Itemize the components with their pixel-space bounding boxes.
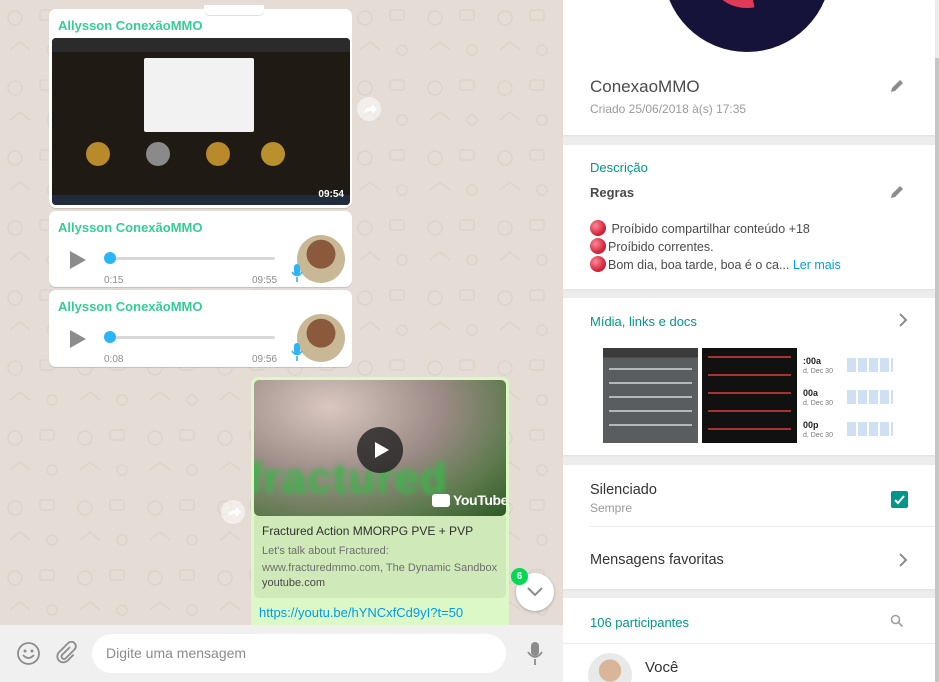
audio-progress-track[interactable] [107, 336, 275, 339]
audio-length: 09:55 [252, 275, 278, 286]
taskbar [52, 195, 350, 205]
edit-name-icon[interactable] [889, 78, 905, 94]
link-domain: youtube.com [262, 577, 325, 589]
muted-value: Sempre [590, 501, 633, 515]
link-preview-card[interactable]: Fractured Action MMORPG PVE + PVP Let's … [254, 516, 506, 598]
rule-line: Bom dia, boa tarde, boa é o ca... Ler ma… [590, 256, 841, 272]
rule-line: Proíbido compartilhar conteúdo +18 [590, 220, 810, 236]
description-card: Descrição Regras Proíbido compartilhar c… [563, 145, 935, 289]
rule-line: Proíbido correntes. [590, 238, 714, 254]
audio-elapsed: 0:08 [104, 354, 124, 365]
media-thumbnail[interactable] [702, 348, 797, 443]
edit-description-icon[interactable] [889, 184, 905, 200]
red-circle-icon [590, 238, 606, 254]
media-label[interactable]: Mídia, links e docs [590, 314, 697, 329]
search-icon[interactable] [890, 614, 904, 628]
microphone-icon[interactable] [525, 641, 545, 667]
voice-message[interactable]: Allysson ConexãoMMO 0:08 09:56 [49, 290, 352, 367]
emoji-icon[interactable] [16, 641, 41, 666]
participants-label: 106 participantes [590, 615, 690, 630]
sender-avatar [297, 314, 345, 362]
description-label: Descrição [590, 160, 648, 175]
youtube-wordmark: YouTube [453, 492, 506, 508]
video-thumbnail[interactable]: 09:54 [52, 38, 350, 205]
chevron-right-icon[interactable] [897, 312, 909, 328]
read-more-link[interactable]: Ler mais [793, 258, 841, 272]
previous-message-tail [204, 5, 264, 15]
dialog-box [144, 58, 254, 132]
group-name: ConexaoMMO [590, 77, 700, 96]
message-input[interactable]: Digite uma mensagem [92, 634, 506, 673]
message-sender: Allysson ConexãoMMO [58, 220, 203, 235]
message-sender: Allysson ConexãoMMO [58, 18, 203, 33]
forward-icon [364, 104, 377, 114]
message-sender: Allysson ConexãoMMO [58, 299, 203, 314]
settings-card: Silenciado Sempre Mensagens favoritas [563, 465, 935, 589]
youtube-logo: YouTube [432, 492, 506, 508]
audio-progress-handle[interactable] [104, 252, 116, 264]
video-play-button[interactable] [357, 427, 403, 473]
check-icon [894, 495, 905, 505]
browser-chrome [52, 38, 350, 52]
paperclip-icon[interactable] [54, 641, 78, 665]
logo-ring [688, 0, 806, 25]
audio-length: 09:56 [252, 354, 278, 365]
audio-elapsed: 0:15 [104, 275, 124, 286]
red-circle-icon [590, 256, 606, 272]
link-description: Let's talk about Fractured: www.fracture… [262, 545, 498, 574]
participant-name[interactable]: Você [645, 659, 678, 676]
scrollbar[interactable] [935, 58, 939, 682]
red-circle-icon [590, 220, 606, 236]
thumbnail-word: fractured [254, 454, 448, 503]
chevron-right-icon[interactable] [897, 552, 909, 568]
forward-button[interactable] [357, 97, 381, 121]
microphone-icon [291, 264, 303, 282]
message-composer: Digite uma mensagem [0, 625, 563, 682]
microphone-icon [291, 343, 303, 361]
muted-label: Silenciado [590, 482, 657, 498]
video-duration: 09:54 [318, 189, 344, 200]
audio-progress-handle[interactable] [104, 331, 116, 343]
play-icon[interactable] [67, 328, 89, 350]
play-icon[interactable] [67, 249, 89, 271]
keys-artwork [86, 142, 285, 166]
chat-pane: Allysson ConexãoMMO 09:54 Allysson Conex… [0, 0, 563, 682]
message-url[interactable]: https://youtu.be/hYNCxfCd9yI?t=50 [259, 605, 463, 620]
chevron-down-icon [527, 587, 543, 597]
muted-checkbox[interactable] [891, 491, 908, 508]
play-icon [375, 442, 389, 458]
divider [563, 643, 935, 644]
media-thumbnail[interactable]: :00a d, Dec 30 00a d, Dec 30 00p d, Dec 30 [801, 348, 896, 443]
image-message[interactable]: Allysson ConexãoMMO 09:54 [49, 5, 352, 208]
group-header-card: ConexaoMMO Criado 25/06/2018 à(s) 17:35 [563, 0, 935, 135]
audio-progress-track[interactable] [107, 257, 275, 260]
link-title: Fractured Action MMORPG PVE + PVP [262, 524, 474, 538]
unread-badge: 6 [511, 568, 528, 585]
media-thumbnail[interactable] [603, 348, 698, 443]
group-created: Criado 25/06/2018 à(s) 17:35 [590, 102, 747, 116]
link-thumbnail[interactable]: fractured YouTube [254, 380, 506, 516]
rules-title: Regras [590, 185, 635, 200]
forward-icon [228, 507, 241, 517]
sender-avatar [297, 235, 345, 283]
link-message[interactable]: fractured YouTube Fractured Action MMORP… [251, 377, 509, 637]
forward-button[interactable] [221, 500, 245, 524]
group-info-panel: ConexaoMMO Criado 25/06/2018 à(s) 17:35 … [563, 0, 939, 682]
voice-message[interactable]: Allysson ConexãoMMO 0:15 09:55 [49, 211, 352, 287]
group-avatar[interactable] [663, 0, 831, 52]
favorites-row[interactable]: Mensagens favoritas [590, 552, 724, 568]
divider [590, 526, 935, 527]
youtube-icon [432, 494, 450, 507]
